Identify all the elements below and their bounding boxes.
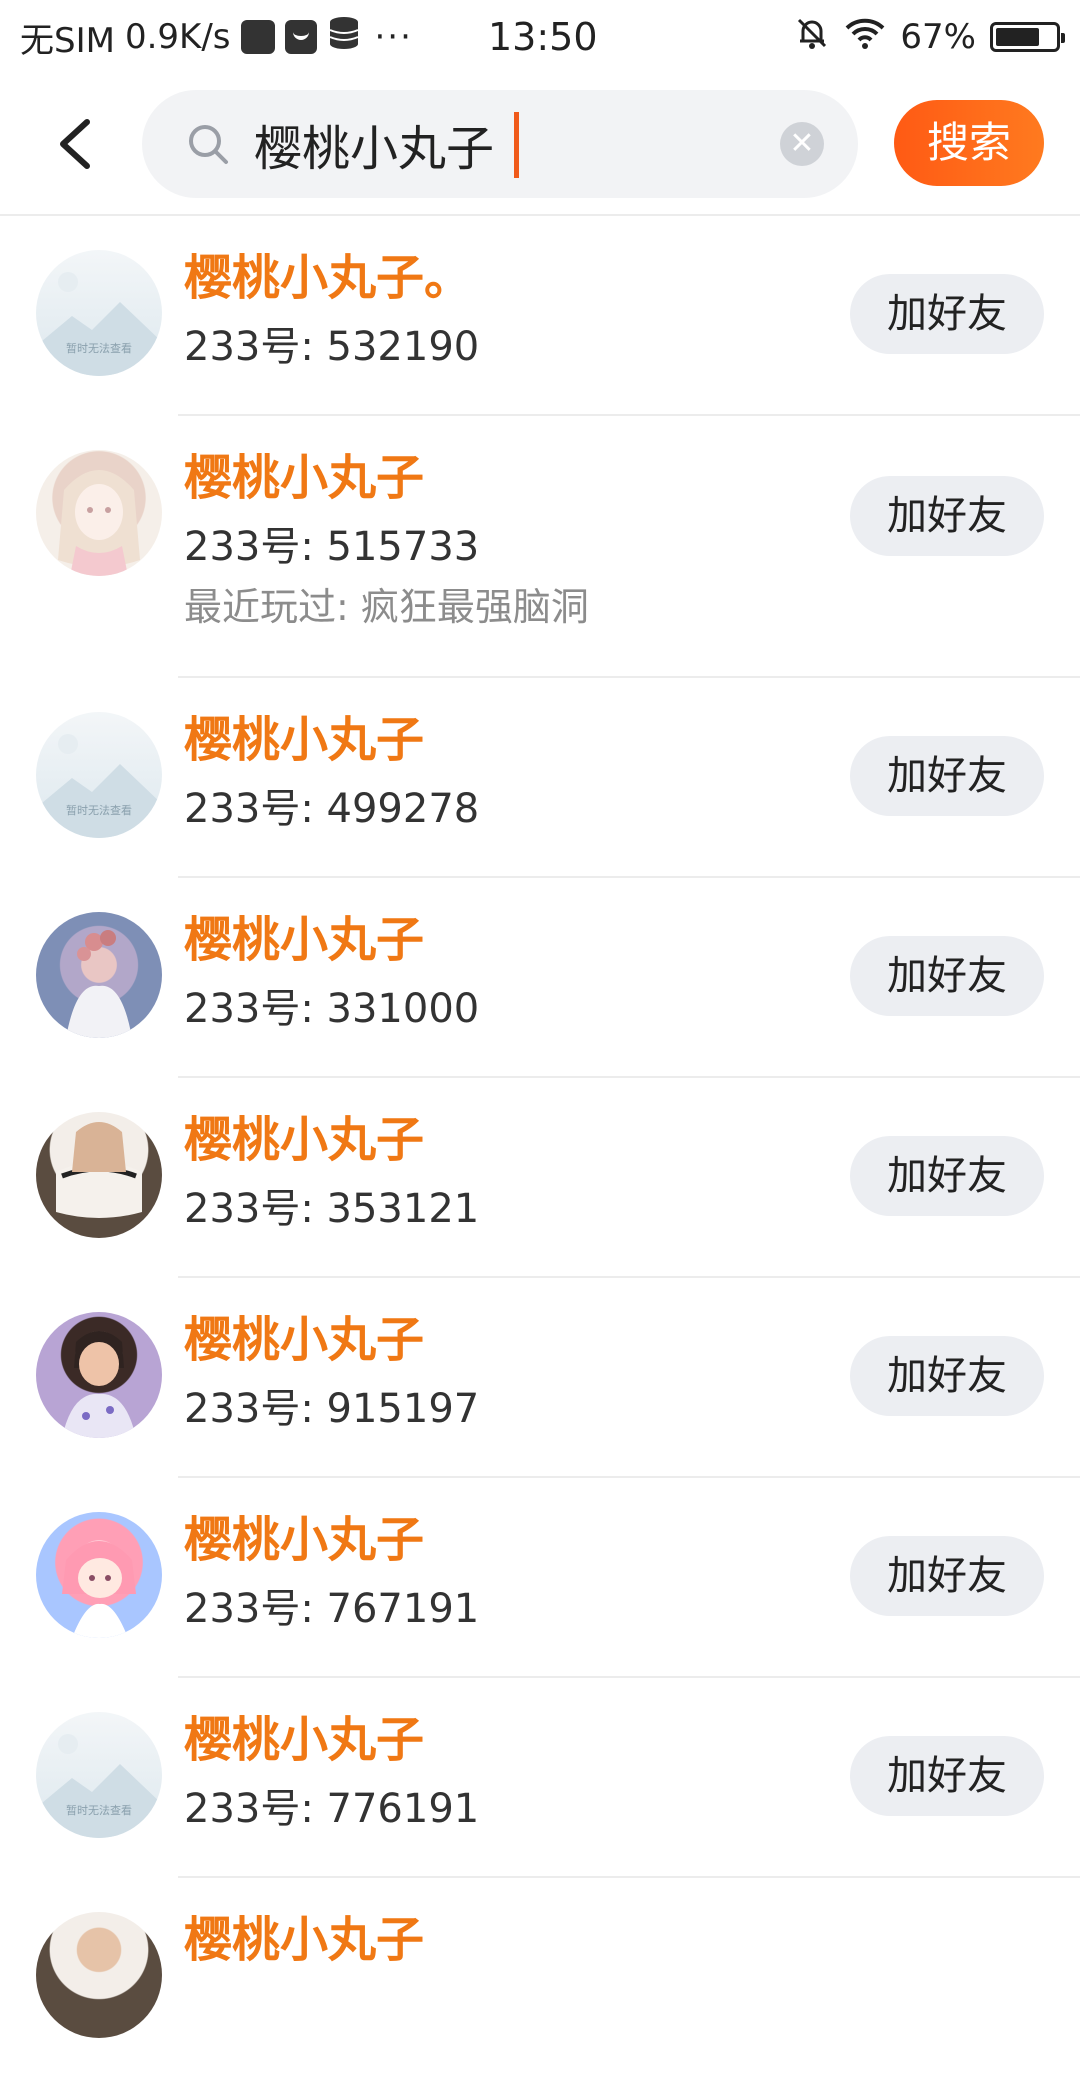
- add-friend-button[interactable]: 加好友: [850, 936, 1044, 1016]
- user-name: 樱桃小丸子: [184, 1112, 425, 1168]
- status-left: 无SIM 0.9K/s ···: [20, 12, 413, 62]
- text-caret: [514, 112, 519, 178]
- user-name: 樱桃小丸子: [184, 712, 425, 768]
- user-name: 樱桃小丸子: [184, 1712, 425, 1768]
- search-input[interactable]: [254, 112, 724, 176]
- carrier-text: 无SIM: [20, 20, 115, 61]
- account-id: 233号: 776191: [184, 1786, 480, 1832]
- user-name: 樱桃小丸子: [184, 450, 425, 506]
- list-item[interactable]: 暂时无法查看 樱桃小丸子 233号: 499278 加好友: [0, 678, 1080, 878]
- battery-icon: [990, 22, 1065, 52]
- avatar-placeholder-text: 暂时无法查看: [66, 341, 132, 355]
- avatar[interactable]: [36, 1512, 162, 1638]
- list-item[interactable]: 暂时无法查看 樱桃小丸子。 233号: 532190 加好友: [0, 216, 1080, 416]
- add-friend-button[interactable]: 加好友: [850, 1736, 1044, 1816]
- user-name: 樱桃小丸子: [184, 912, 425, 968]
- add-friend-button[interactable]: 加好友: [850, 1536, 1044, 1616]
- account-id: 233号: 767191: [184, 1586, 480, 1632]
- avatar[interactable]: [36, 450, 162, 576]
- back-button[interactable]: [40, 104, 110, 184]
- status-right: 67%: [794, 12, 1065, 62]
- clear-search-button[interactable]: ✕: [780, 122, 824, 166]
- add-friend-button[interactable]: 加好友: [850, 1336, 1044, 1416]
- network-speed: 0.9K/s: [124, 17, 231, 57]
- user-name: 樱桃小丸子: [184, 1312, 425, 1368]
- search-results-list: 暂时无法查看 樱桃小丸子。 233号: 532190 加好友 樱桃小丸子 233…: [0, 216, 1080, 2078]
- battery-percent: 67%: [900, 17, 976, 57]
- search-button[interactable]: 搜索: [894, 100, 1044, 186]
- recently-played: 最近玩过: 疯狂最强脑洞: [184, 585, 589, 629]
- account-id: 233号: 532190: [184, 324, 480, 370]
- mute-bell-icon: [794, 15, 830, 60]
- avatar[interactable]: [36, 1912, 162, 2038]
- mail-icon: [284, 20, 317, 54]
- avatar[interactable]: [36, 1312, 162, 1438]
- add-friend-button[interactable]: 加好友: [850, 1136, 1044, 1216]
- avatar[interactable]: [36, 912, 162, 1038]
- back-arrow-icon: [60, 119, 90, 169]
- close-icon: ✕: [789, 126, 815, 161]
- add-friend-button[interactable]: 加好友: [850, 476, 1044, 556]
- list-item[interactable]: 樱桃小丸子 233号: 331000 加好友: [0, 878, 1080, 1078]
- status-time: 13:50: [488, 15, 598, 59]
- avatar-placeholder-text: 暂时无法查看: [66, 803, 132, 817]
- add-friend-button[interactable]: 加好友: [850, 274, 1044, 354]
- avatar[interactable]: [36, 1112, 162, 1238]
- add-friend-button[interactable]: 加好友: [850, 736, 1044, 816]
- account-id: 233号: 331000: [184, 986, 480, 1032]
- search-header: ✕ 搜索: [0, 74, 1080, 216]
- list-item[interactable]: 樱桃小丸子 233号: 915197 加好友: [0, 1278, 1080, 1478]
- avatar[interactable]: 暂时无法查看: [36, 250, 162, 376]
- list-item[interactable]: 暂时无法查看 樱桃小丸子 233号: 776191 加好友: [0, 1678, 1080, 1878]
- wifi-icon: [844, 16, 886, 59]
- list-item[interactable]: 樱桃小丸子 233号: 353121 加好友: [0, 1078, 1080, 1278]
- user-name: 樱桃小丸子: [184, 1912, 425, 1968]
- account-id: 233号: 353121: [184, 1186, 480, 1232]
- search-box[interactable]: ✕: [142, 90, 858, 198]
- account-id: 233号: 915197: [184, 1386, 480, 1432]
- list-item[interactable]: 樱桃小丸子 233号: 515733 最近玩过: 疯狂最强脑洞 加好友: [0, 416, 1080, 678]
- list-item[interactable]: 樱桃小丸子 233号: 767191 加好友: [0, 1478, 1080, 1678]
- list-item-partial[interactable]: 樱桃小丸子: [0, 1878, 1080, 2078]
- avatar-placeholder-text: 暂时无法查看: [66, 1803, 132, 1817]
- account-id: 233号: 499278: [184, 786, 480, 832]
- user-name: 樱桃小丸子。: [184, 250, 473, 306]
- account-id: 233号: 515733: [184, 524, 480, 570]
- avatar[interactable]: 暂时无法查看: [36, 1712, 162, 1838]
- search-icon: [189, 125, 228, 164]
- avatar[interactable]: 暂时无法查看: [36, 712, 162, 838]
- database-icon: [327, 15, 361, 60]
- square-icon: [240, 20, 275, 54]
- status-bar: 无SIM 0.9K/s ··· 13:50 67%: [0, 0, 1080, 74]
- more-status-dots: ···: [374, 17, 413, 57]
- user-name: 樱桃小丸子: [184, 1512, 425, 1568]
